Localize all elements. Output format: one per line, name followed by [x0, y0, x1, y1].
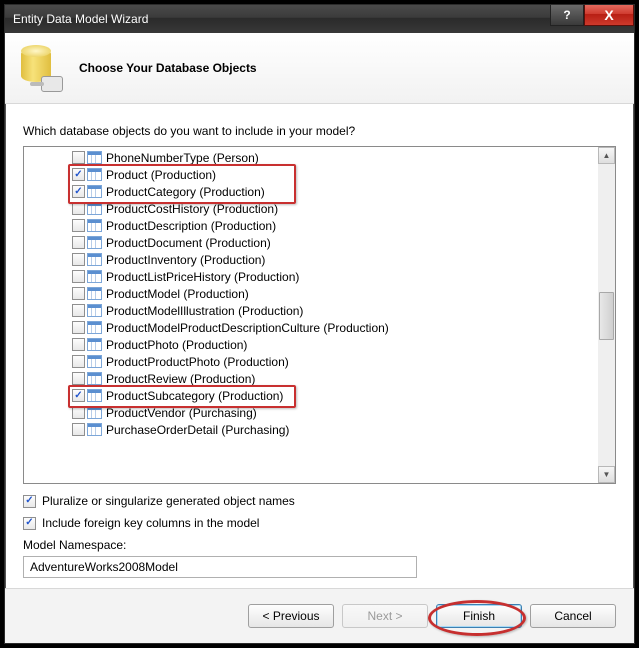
table-icon [87, 389, 102, 402]
table-row[interactable]: ProductReview (Production) [72, 370, 598, 387]
row-checkbox[interactable] [72, 202, 85, 215]
next-button: Next > [342, 604, 428, 628]
row-label: ProductModel (Production) [106, 287, 249, 301]
row-checkbox[interactable] [72, 287, 85, 300]
pluralize-label: Pluralize or singularize generated objec… [42, 494, 295, 508]
database-icon [19, 46, 59, 90]
row-label: ProductModelProductDescriptionCulture (P… [106, 321, 389, 335]
table-icon [87, 185, 102, 198]
table-row[interactable]: ProductProductPhoto (Production) [72, 353, 598, 370]
row-label: ProductCategory (Production) [106, 185, 265, 199]
table-row[interactable]: ProductModel (Production) [72, 285, 598, 302]
table-icon [87, 355, 102, 368]
row-label: Product (Production) [106, 168, 216, 182]
table-row[interactable]: PhoneNumberType (Person) [72, 149, 598, 166]
row-checkbox[interactable] [72, 253, 85, 266]
table-icon [87, 321, 102, 334]
table-row[interactable]: ProductInventory (Production) [72, 251, 598, 268]
row-checkbox[interactable]: ✓ [72, 185, 85, 198]
row-label: ProductVendor (Purchasing) [106, 406, 257, 420]
prompt-text: Which database objects do you want to in… [23, 124, 616, 138]
row-checkbox[interactable] [72, 219, 85, 232]
foreign-keys-label: Include foreign key columns in the model [42, 516, 259, 530]
namespace-label: Model Namespace: [23, 538, 616, 552]
table-icon [87, 423, 102, 436]
row-checkbox[interactable] [72, 406, 85, 419]
wizard-window: Entity Data Model Wizard ? X Choose Your… [4, 4, 635, 644]
table-icon [87, 253, 102, 266]
foreign-keys-checkbox[interactable]: ✓ [23, 517, 36, 530]
row-label: PhoneNumberType (Person) [106, 151, 259, 165]
namespace-input[interactable] [23, 556, 417, 578]
row-checkbox[interactable] [72, 236, 85, 249]
table-icon [87, 151, 102, 164]
table-icon [87, 338, 102, 351]
table-row[interactable]: ProductVendor (Purchasing) [72, 404, 598, 421]
row-checkbox[interactable]: ✓ [72, 389, 85, 402]
row-label: ProductDocument (Production) [106, 236, 271, 250]
row-label: ProductInventory (Production) [106, 253, 265, 267]
row-checkbox[interactable] [72, 338, 85, 351]
table-icon [87, 406, 102, 419]
scroll-up-button[interactable]: ▲ [598, 147, 615, 164]
table-icon [87, 372, 102, 385]
table-row[interactable]: ProductDescription (Production) [72, 217, 598, 234]
table-row[interactable]: ✓ Product (Production) [72, 166, 598, 183]
header-panel: Choose Your Database Objects [5, 33, 634, 104]
scroll-thumb[interactable] [599, 292, 614, 340]
row-checkbox[interactable] [72, 304, 85, 317]
table-row[interactable]: ProductListPriceHistory (Production) [72, 268, 598, 285]
row-label: ProductProductPhoto (Production) [106, 355, 289, 369]
row-label: ProductDescription (Production) [106, 219, 276, 233]
row-label: PurchaseOrderDetail (Purchasing) [106, 423, 289, 437]
table-icon [87, 304, 102, 317]
row-checkbox[interactable] [72, 372, 85, 385]
table-row[interactable]: ProductCostHistory (Production) [72, 200, 598, 217]
row-label: ProductCostHistory (Production) [106, 202, 278, 216]
pluralize-checkbox[interactable]: ✓ [23, 495, 36, 508]
cancel-button[interactable]: Cancel [530, 604, 616, 628]
table-row[interactable]: ProductModelProductDescriptionCulture (P… [72, 319, 598, 336]
pluralize-option[interactable]: ✓ Pluralize or singularize generated obj… [23, 494, 616, 508]
close-button[interactable]: X [584, 5, 634, 26]
page-title: Choose Your Database Objects [79, 61, 257, 75]
row-label: ProductModelIllustration (Production) [106, 304, 303, 318]
help-button[interactable]: ? [550, 5, 584, 26]
row-checkbox[interactable] [72, 355, 85, 368]
row-label: ProductSubcategory (Production) [106, 389, 283, 403]
table-row[interactable]: ✓ ProductSubcategory (Production) [72, 387, 598, 404]
table-icon [87, 168, 102, 181]
table-icon [87, 219, 102, 232]
row-checkbox[interactable]: ✓ [72, 168, 85, 181]
row-label: ProductPhoto (Production) [106, 338, 247, 352]
foreign-keys-option[interactable]: ✓ Include foreign key columns in the mod… [23, 516, 616, 530]
row-checkbox[interactable] [72, 423, 85, 436]
table-row[interactable]: ProductDocument (Production) [72, 234, 598, 251]
scroll-down-button[interactable]: ▼ [598, 466, 615, 483]
table-row[interactable]: ✓ ProductCategory (Production) [72, 183, 598, 200]
row-label: ProductReview (Production) [106, 372, 255, 386]
window-title: Entity Data Model Wizard [13, 12, 550, 26]
row-label: ProductListPriceHistory (Production) [106, 270, 299, 284]
row-checkbox[interactable] [72, 151, 85, 164]
footer: < Previous Next > Finish Cancel [5, 588, 634, 643]
table-row[interactable]: PurchaseOrderDetail (Purchasing) [72, 421, 598, 438]
titlebar: Entity Data Model Wizard ? X [5, 5, 634, 33]
row-checkbox[interactable] [72, 270, 85, 283]
previous-button[interactable]: < Previous [248, 604, 334, 628]
table-icon [87, 236, 102, 249]
table-row[interactable]: ProductModelIllustration (Production) [72, 302, 598, 319]
finish-button[interactable]: Finish [436, 604, 522, 628]
table-row[interactable]: ProductPhoto (Production) [72, 336, 598, 353]
row-checkbox[interactable] [72, 321, 85, 334]
object-tree[interactable]: PhoneNumberType (Person) ✓ Product (Produc… [23, 146, 616, 484]
table-icon [87, 202, 102, 215]
table-icon [87, 287, 102, 300]
table-icon [87, 270, 102, 283]
vertical-scrollbar[interactable]: ▲ ▼ [598, 147, 615, 483]
